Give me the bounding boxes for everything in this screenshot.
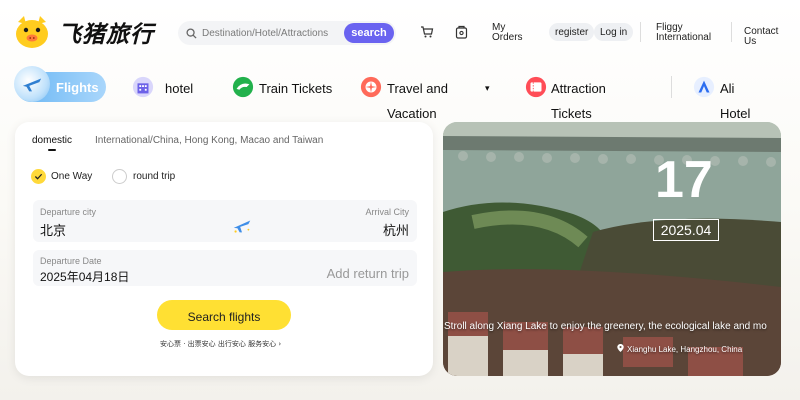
nav-item-flights[interactable]: Flights: [14, 66, 106, 102]
top-header: 飞猪旅行 search My Orders register Log in Fl…: [0, 0, 800, 64]
radio-checked-icon: [31, 169, 46, 184]
add-return-trip-button[interactable]: Add return trip: [327, 266, 409, 281]
tab-domestic[interactable]: domestic: [32, 135, 72, 146]
banner-caption: Stroll along Xiang Lake to enjoy the gre…: [444, 321, 767, 332]
fliggy-logo[interactable]: 飞猪旅行: [12, 12, 154, 52]
arrival-city-label: Arrival City: [365, 207, 409, 217]
fliggy-international-link[interactable]: Fliggy International: [656, 23, 722, 43]
destination-banner[interactable]: 17 2025.04 Stroll along Xiang Lake to en…: [443, 122, 781, 376]
login-button[interactable]: Log in: [594, 23, 634, 41]
orders-icon[interactable]: [453, 24, 469, 40]
my-orders-link[interactable]: My Orders: [492, 23, 532, 43]
banner-day: 17: [655, 151, 713, 209]
cart-icon[interactable]: [419, 24, 435, 40]
search-box: search: [178, 21, 396, 45]
flight-booking-card: domestic International/China, Hong Kong,…: [15, 122, 433, 376]
date-selector: Departure Date 2025年04月18日 Add return tr…: [33, 250, 417, 286]
ticket-icon: [525, 76, 547, 98]
assurance-link[interactable]: 安心票 · 出票安心 出行安心 服务安心 ›: [160, 339, 281, 349]
logo-text: 飞猪旅行: [58, 22, 154, 48]
nav-item-train-tickets[interactable]: Train Tickets: [259, 76, 339, 101]
radio-label: round trip: [133, 171, 176, 182]
location-pin-icon: [617, 344, 624, 354]
register-button[interactable]: register: [549, 23, 595, 41]
departure-city-field[interactable]: 北京: [40, 220, 66, 239]
tab-international[interactable]: International/China, Hong Kong, Macao an…: [95, 135, 323, 146]
nav-item-label: Flights: [56, 79, 99, 95]
search-flights-button[interactable]: Search flights: [157, 300, 291, 330]
banner-month: 2025.04: [653, 219, 719, 241]
departure-city-label: Departure city: [40, 207, 97, 217]
header-divider: [640, 22, 641, 42]
radio-round-trip[interactable]: round trip: [112, 169, 175, 184]
city-selector: Departure city 北京 Arrival City 杭州: [33, 200, 417, 242]
radio-unchecked-icon: [112, 169, 127, 184]
contact-us-link[interactable]: Contact Us: [744, 27, 792, 47]
arrival-city-field[interactable]: 杭州: [383, 220, 409, 239]
banner-location-text: Xianghu Lake, Hangzhou, China: [627, 344, 743, 354]
nav-item-hotel[interactable]: hotel: [165, 76, 193, 101]
nav-divider: [671, 76, 672, 98]
nav-item-travel-vacation[interactable]: Travel and Vacation: [387, 76, 479, 126]
search-icon: [184, 26, 198, 40]
swap-cities-plane-icon[interactable]: [230, 214, 254, 238]
radio-label: One Way: [51, 171, 93, 182]
active-tab-indicator: [48, 149, 56, 151]
search-input[interactable]: [202, 27, 342, 39]
plane-icon: [14, 66, 50, 102]
hotel-icon: [132, 76, 154, 98]
vacation-icon: [360, 76, 382, 98]
xianghu-lake-photo: [443, 122, 781, 376]
nav-item-ali-hotel[interactable]: Ali Hotel: [720, 76, 760, 126]
search-button[interactable]: search: [344, 23, 394, 43]
train-icon: [232, 76, 254, 98]
chevron-down-icon[interactable]: ▾: [485, 76, 490, 101]
header-divider: [731, 22, 732, 42]
departure-date-label: Departure Date: [40, 256, 102, 266]
fliggy-pig-logo-icon: [12, 12, 52, 52]
nav-item-attraction-tickets[interactable]: Attraction Tickets: [551, 76, 635, 126]
radio-one-way[interactable]: One Way: [31, 169, 92, 184]
main-nav: Flights hotel Train Tickets Travel and V…: [0, 64, 800, 121]
banner-location: Xianghu Lake, Hangzhou, China: [617, 344, 742, 354]
ali-hotel-icon: [693, 76, 715, 98]
departure-date-field[interactable]: 2025年04月18日: [40, 268, 129, 285]
